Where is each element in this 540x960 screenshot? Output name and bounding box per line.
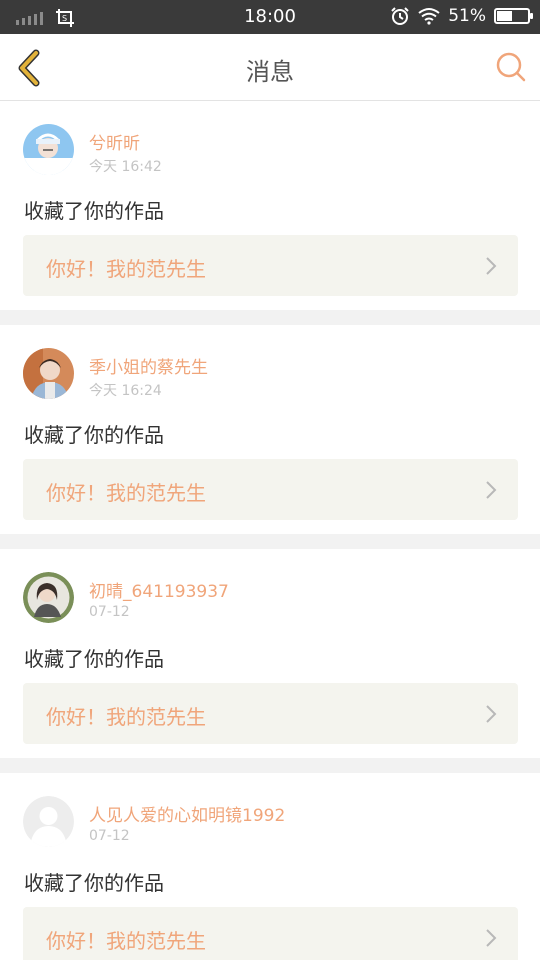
- chevron-right-icon: [486, 257, 497, 275]
- username[interactable]: 初晴_641193937: [89, 577, 229, 602]
- message-time: 今天 16:42: [89, 159, 162, 175]
- work-link[interactable]: 你好！我的范先生: [23, 683, 518, 744]
- avatar[interactable]: [23, 124, 74, 175]
- status-bar: S 18:00 51%: [0, 0, 540, 34]
- avatar[interactable]: [23, 572, 74, 623]
- nav-bar: 消息: [0, 34, 540, 101]
- status-right: 51%: [390, 6, 533, 26]
- wifi-icon: [418, 8, 440, 25]
- message-time: 今天 16:24: [89, 383, 162, 399]
- work-link[interactable]: 你好！我的范先生: [23, 459, 518, 520]
- chevron-right-icon: [486, 481, 497, 499]
- battery-percent: 51%: [448, 6, 486, 26]
- work-link[interactable]: 你好！我的范先生: [23, 235, 518, 296]
- message-card: 人见人爱的心如明镜1992 07-12 收藏了你的作品 你好！我的范先生: [0, 773, 540, 960]
- work-title: 你好！我的范先生: [46, 257, 206, 281]
- search-button[interactable]: [494, 50, 528, 84]
- message-list: 兮昕昕 今天 16:42 收藏了你的作品 你好！我的范先生 季小姐的蔡先生 今天…: [0, 101, 540, 960]
- message-action: 收藏了你的作品: [24, 199, 164, 223]
- message-card: 季小姐的蔡先生 今天 16:24 收藏了你的作品 你好！我的范先生: [0, 325, 540, 534]
- message-card: 初晴_641193937 07-12 收藏了你的作品 你好！我的范先生: [0, 549, 540, 758]
- username[interactable]: 兮昕昕: [89, 129, 140, 154]
- work-title: 你好！我的范先生: [46, 481, 206, 505]
- chevron-right-icon: [486, 929, 497, 947]
- chevron-right-icon: [486, 705, 497, 723]
- message-action: 收藏了你的作品: [24, 423, 164, 447]
- work-link[interactable]: 你好！我的范先生: [23, 907, 518, 960]
- username[interactable]: 人见人爱的心如明镜1992: [89, 801, 285, 826]
- battery-icon: [494, 8, 533, 24]
- message-action: 收藏了你的作品: [24, 647, 164, 671]
- work-title: 你好！我的范先生: [46, 929, 206, 953]
- message-action: 收藏了你的作品: [24, 871, 164, 895]
- message-time: 07-12: [89, 604, 130, 620]
- username[interactable]: 季小姐的蔡先生: [89, 353, 208, 378]
- message-card: 兮昕昕 今天 16:42 收藏了你的作品 你好！我的范先生: [0, 101, 540, 310]
- message-time: 07-12: [89, 828, 130, 844]
- battery-fill: [497, 11, 512, 21]
- default-avatar-icon[interactable]: [23, 796, 74, 847]
- avatar[interactable]: [23, 348, 74, 399]
- page-title: 消息: [246, 58, 294, 86]
- work-title: 你好！我的范先生: [46, 705, 206, 729]
- alarm-icon: [391, 7, 409, 25]
